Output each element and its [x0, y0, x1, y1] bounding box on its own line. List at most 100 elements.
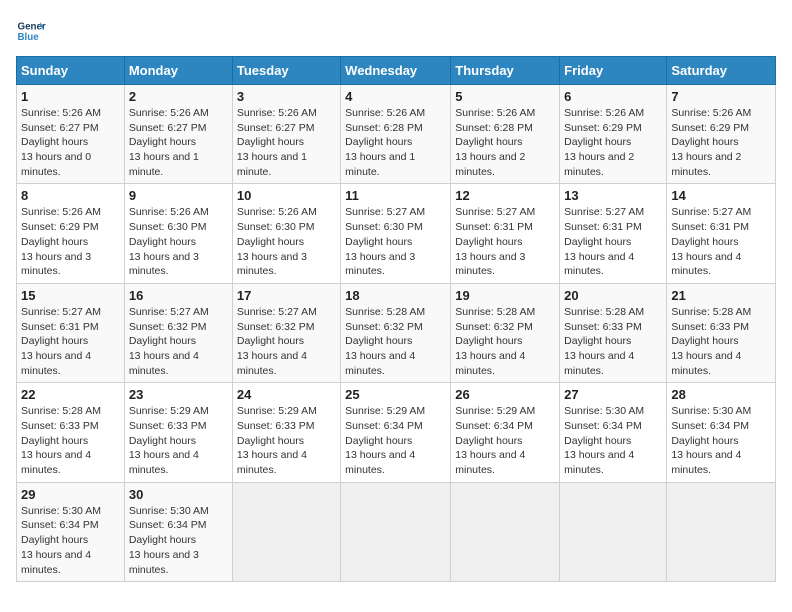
calendar-cell: 24 Sunrise: 5:29 AM Sunset: 6:33 PM Dayl…: [232, 383, 340, 482]
calendar-week-3: 15 Sunrise: 5:27 AM Sunset: 6:31 PM Dayl…: [17, 283, 776, 382]
day-info: Sunrise: 5:30 AM Sunset: 6:34 PM Dayligh…: [129, 504, 228, 577]
calendar-cell: 28 Sunrise: 5:30 AM Sunset: 6:34 PM Dayl…: [667, 383, 776, 482]
day-number: 22: [21, 387, 120, 402]
calendar-week-5: 29 Sunrise: 5:30 AM Sunset: 6:34 PM Dayl…: [17, 482, 776, 581]
calendar-cell: 18 Sunrise: 5:28 AM Sunset: 6:32 PM Dayl…: [341, 283, 451, 382]
calendar-cell: 11 Sunrise: 5:27 AM Sunset: 6:30 PM Dayl…: [341, 184, 451, 283]
calendar-cell: 15 Sunrise: 5:27 AM Sunset: 6:31 PM Dayl…: [17, 283, 125, 382]
day-number: 14: [671, 188, 771, 203]
day-number: 12: [455, 188, 555, 203]
calendar-cell: 3 Sunrise: 5:26 AM Sunset: 6:27 PM Dayli…: [232, 85, 340, 184]
logo-icon: General Blue: [16, 16, 46, 46]
weekday-header-monday: Monday: [124, 57, 232, 85]
calendar-cell: [341, 482, 451, 581]
day-info: Sunrise: 5:26 AM Sunset: 6:27 PM Dayligh…: [21, 106, 120, 179]
day-number: 25: [345, 387, 446, 402]
calendar-week-4: 22 Sunrise: 5:28 AM Sunset: 6:33 PM Dayl…: [17, 383, 776, 482]
day-info: Sunrise: 5:29 AM Sunset: 6:33 PM Dayligh…: [237, 404, 336, 477]
day-number: 26: [455, 387, 555, 402]
day-info: Sunrise: 5:27 AM Sunset: 6:31 PM Dayligh…: [671, 205, 771, 278]
day-number: 4: [345, 89, 446, 104]
day-number: 13: [564, 188, 662, 203]
calendar-cell: 8 Sunrise: 5:26 AM Sunset: 6:29 PM Dayli…: [17, 184, 125, 283]
calendar-cell: 30 Sunrise: 5:30 AM Sunset: 6:34 PM Dayl…: [124, 482, 232, 581]
day-info: Sunrise: 5:26 AM Sunset: 6:29 PM Dayligh…: [564, 106, 662, 179]
day-info: Sunrise: 5:28 AM Sunset: 6:33 PM Dayligh…: [21, 404, 120, 477]
weekday-header-sunday: Sunday: [17, 57, 125, 85]
calendar-cell: 17 Sunrise: 5:27 AM Sunset: 6:32 PM Dayl…: [232, 283, 340, 382]
calendar-cell: 7 Sunrise: 5:26 AM Sunset: 6:29 PM Dayli…: [667, 85, 776, 184]
day-info: Sunrise: 5:29 AM Sunset: 6:33 PM Dayligh…: [129, 404, 228, 477]
calendar-cell: 10 Sunrise: 5:26 AM Sunset: 6:30 PM Dayl…: [232, 184, 340, 283]
day-number: 16: [129, 288, 228, 303]
day-number: 2: [129, 89, 228, 104]
day-number: 1: [21, 89, 120, 104]
calendar-cell: 27 Sunrise: 5:30 AM Sunset: 6:34 PM Dayl…: [560, 383, 667, 482]
calendar-cell: 5 Sunrise: 5:26 AM Sunset: 6:28 PM Dayli…: [451, 85, 560, 184]
day-info: Sunrise: 5:27 AM Sunset: 6:31 PM Dayligh…: [564, 205, 662, 278]
day-number: 8: [21, 188, 120, 203]
day-info: Sunrise: 5:28 AM Sunset: 6:32 PM Dayligh…: [345, 305, 446, 378]
day-info: Sunrise: 5:29 AM Sunset: 6:34 PM Dayligh…: [345, 404, 446, 477]
day-number: 7: [671, 89, 771, 104]
day-number: 17: [237, 288, 336, 303]
day-number: 10: [237, 188, 336, 203]
day-info: Sunrise: 5:26 AM Sunset: 6:30 PM Dayligh…: [237, 205, 336, 278]
day-number: 3: [237, 89, 336, 104]
calendar-week-1: 1 Sunrise: 5:26 AM Sunset: 6:27 PM Dayli…: [17, 85, 776, 184]
calendar-cell: [667, 482, 776, 581]
calendar-cell: 2 Sunrise: 5:26 AM Sunset: 6:27 PM Dayli…: [124, 85, 232, 184]
day-number: 18: [345, 288, 446, 303]
day-info: Sunrise: 5:30 AM Sunset: 6:34 PM Dayligh…: [21, 504, 120, 577]
day-number: 23: [129, 387, 228, 402]
calendar-table: SundayMondayTuesdayWednesdayThursdayFrid…: [16, 56, 776, 582]
day-info: Sunrise: 5:26 AM Sunset: 6:29 PM Dayligh…: [21, 205, 120, 278]
day-number: 28: [671, 387, 771, 402]
calendar-week-2: 8 Sunrise: 5:26 AM Sunset: 6:29 PM Dayli…: [17, 184, 776, 283]
calendar-cell: 23 Sunrise: 5:29 AM Sunset: 6:33 PM Dayl…: [124, 383, 232, 482]
weekday-header-thursday: Thursday: [451, 57, 560, 85]
day-info: Sunrise: 5:26 AM Sunset: 6:27 PM Dayligh…: [237, 106, 336, 179]
calendar-cell: 12 Sunrise: 5:27 AM Sunset: 6:31 PM Dayl…: [451, 184, 560, 283]
calendar-cell: 9 Sunrise: 5:26 AM Sunset: 6:30 PM Dayli…: [124, 184, 232, 283]
day-info: Sunrise: 5:29 AM Sunset: 6:34 PM Dayligh…: [455, 404, 555, 477]
weekday-header-saturday: Saturday: [667, 57, 776, 85]
day-info: Sunrise: 5:26 AM Sunset: 6:30 PM Dayligh…: [129, 205, 228, 278]
day-info: Sunrise: 5:27 AM Sunset: 6:32 PM Dayligh…: [129, 305, 228, 378]
day-info: Sunrise: 5:27 AM Sunset: 6:32 PM Dayligh…: [237, 305, 336, 378]
calendar-cell: 4 Sunrise: 5:26 AM Sunset: 6:28 PM Dayli…: [341, 85, 451, 184]
calendar-cell: 26 Sunrise: 5:29 AM Sunset: 6:34 PM Dayl…: [451, 383, 560, 482]
day-number: 6: [564, 89, 662, 104]
calendar-cell: [560, 482, 667, 581]
day-number: 9: [129, 188, 228, 203]
calendar-cell: 29 Sunrise: 5:30 AM Sunset: 6:34 PM Dayl…: [17, 482, 125, 581]
day-number: 19: [455, 288, 555, 303]
day-info: Sunrise: 5:26 AM Sunset: 6:27 PM Dayligh…: [129, 106, 228, 179]
calendar-cell: 25 Sunrise: 5:29 AM Sunset: 6:34 PM Dayl…: [341, 383, 451, 482]
day-info: Sunrise: 5:27 AM Sunset: 6:30 PM Dayligh…: [345, 205, 446, 278]
calendar-cell: 19 Sunrise: 5:28 AM Sunset: 6:32 PM Dayl…: [451, 283, 560, 382]
calendar-cell: 20 Sunrise: 5:28 AM Sunset: 6:33 PM Dayl…: [560, 283, 667, 382]
calendar-header: SundayMondayTuesdayWednesdayThursdayFrid…: [17, 57, 776, 85]
day-number: 5: [455, 89, 555, 104]
day-number: 20: [564, 288, 662, 303]
day-info: Sunrise: 5:26 AM Sunset: 6:28 PM Dayligh…: [345, 106, 446, 179]
calendar-cell: 1 Sunrise: 5:26 AM Sunset: 6:27 PM Dayli…: [17, 85, 125, 184]
day-info: Sunrise: 5:30 AM Sunset: 6:34 PM Dayligh…: [671, 404, 771, 477]
day-number: 11: [345, 188, 446, 203]
day-info: Sunrise: 5:27 AM Sunset: 6:31 PM Dayligh…: [21, 305, 120, 378]
day-info: Sunrise: 5:27 AM Sunset: 6:31 PM Dayligh…: [455, 205, 555, 278]
weekday-header-friday: Friday: [560, 57, 667, 85]
logo: General Blue: [16, 16, 46, 46]
calendar-cell: [451, 482, 560, 581]
day-number: 21: [671, 288, 771, 303]
weekday-header-tuesday: Tuesday: [232, 57, 340, 85]
day-number: 30: [129, 487, 228, 502]
day-number: 15: [21, 288, 120, 303]
day-info: Sunrise: 5:26 AM Sunset: 6:29 PM Dayligh…: [671, 106, 771, 179]
day-info: Sunrise: 5:26 AM Sunset: 6:28 PM Dayligh…: [455, 106, 555, 179]
calendar-body: 1 Sunrise: 5:26 AM Sunset: 6:27 PM Dayli…: [17, 85, 776, 582]
calendar-cell: 14 Sunrise: 5:27 AM Sunset: 6:31 PM Dayl…: [667, 184, 776, 283]
calendar-cell: 16 Sunrise: 5:27 AM Sunset: 6:32 PM Dayl…: [124, 283, 232, 382]
svg-text:Blue: Blue: [18, 32, 40, 43]
